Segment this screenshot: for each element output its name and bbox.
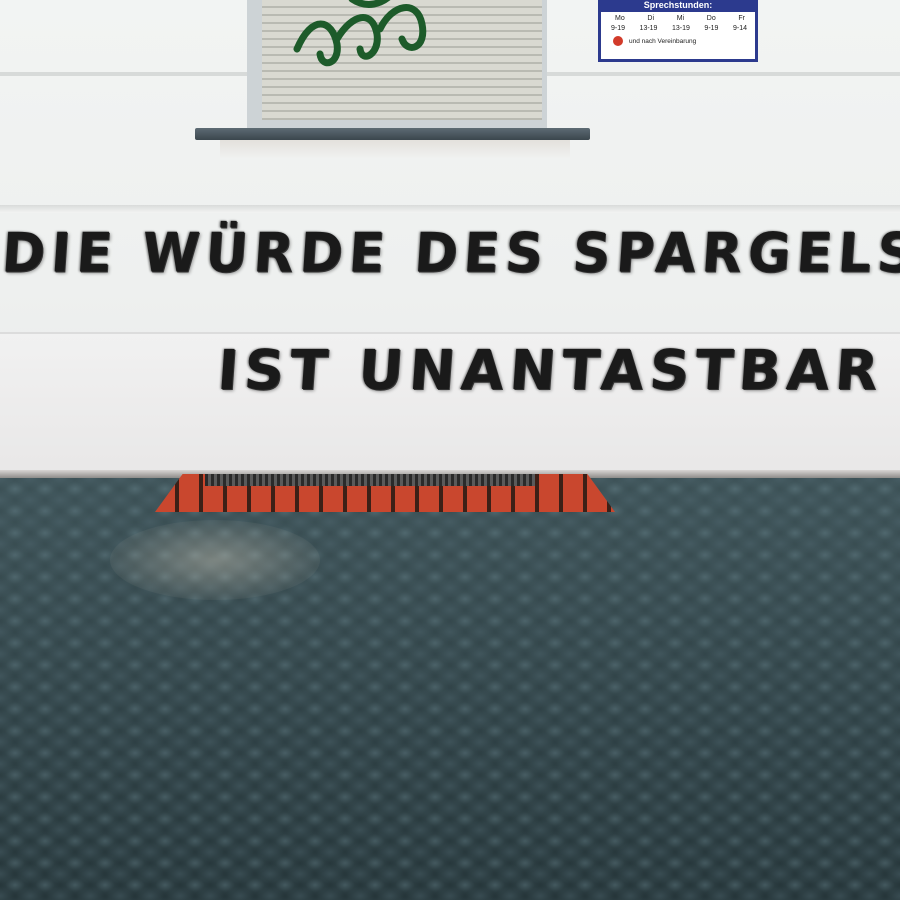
sign-day: Di [647,15,655,22]
sign-day: Mo [615,15,625,22]
sign-day: Fr [738,15,745,22]
sign-hours: 9-19 13-19 13-19 9-19 9-14 [611,25,747,32]
sign-day: Mi [676,15,685,22]
sign-hour: 9-14 [732,25,747,32]
sign-days: Mo Di Mi Do Fr [615,15,745,22]
sign-logo-icon [613,36,623,46]
sign-hour: 9-19 [704,25,719,32]
sign-note: und nach Vereinbarung [629,38,697,45]
graffiti-tag-icon [293,0,427,67]
sign-hour: 13-19 [639,25,658,32]
pavement-patch [110,520,320,600]
graffiti-line-1: DIE WÜRDE DES SPARGELS [0,222,900,285]
office-hours-sign: Sprechstunden: Mo Di Mi Do Fr 9-19 13-19… [598,0,758,62]
window-sill [195,128,590,140]
drain-grate-bars [205,474,535,486]
sill-shadow [220,140,570,158]
sign-hour: 9-19 [611,25,626,32]
wall-ledge [0,205,900,213]
graffiti-line-2: IST UNANTASTBAR [215,338,886,402]
sign-day: Do [706,15,716,22]
sign-hour: 13-19 [671,25,690,32]
sign-title: Sprechstunden: [601,0,755,12]
